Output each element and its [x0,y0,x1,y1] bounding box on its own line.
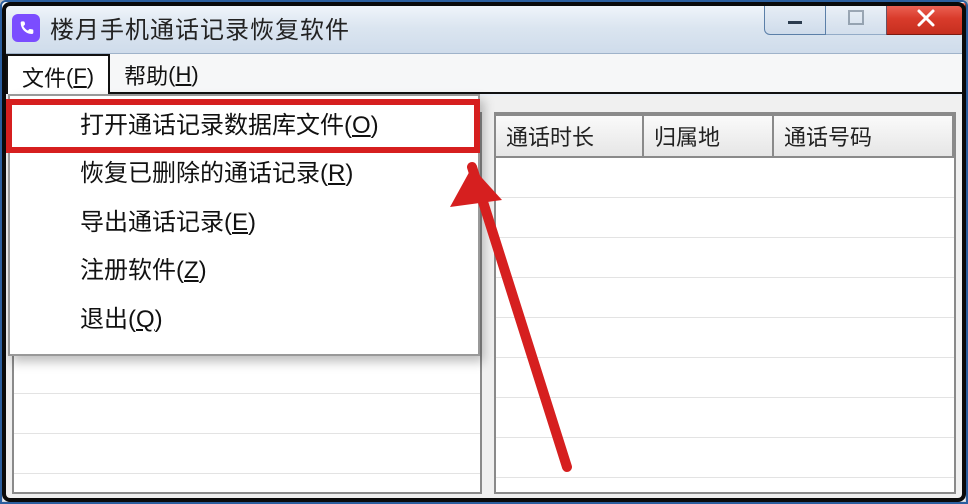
window-title: 楼月手机通话记录恢复软件 [50,10,350,45]
menu-register[interactable]: 注册软件(Z) [10,247,478,295]
table-row [496,398,954,438]
window-maximize-button[interactable] [825,3,887,35]
menu-file-label: 文件 [22,61,66,93]
menu-file[interactable]: 文件(F) [6,54,110,94]
list-row [14,354,480,394]
menu-item-accel: Z [184,257,199,284]
list-row [14,434,480,474]
file-dropdown-menu: 打开通话记录数据库文件(O) 恢复已删除的通话记录(R) 导出通话记录(E) 注… [8,94,480,356]
menu-item-label: 恢复已删除的通话记录 [80,160,320,187]
app-window: 楼月手机通话记录恢复软件 文件(F) 帮助(H) [0,0,968,504]
menu-open-db-file[interactable]: 打开通话记录数据库文件(O) [10,102,478,150]
menu-item-accel: Q [136,306,155,333]
menu-item-accel: R [328,160,345,187]
menu-recover-deleted[interactable]: 恢复已删除的通话记录(R) [10,150,478,198]
column-header-location[interactable]: 归属地 [644,114,774,158]
table-row [496,358,954,398]
menu-help-label: 帮助 [124,59,168,91]
menu-item-label: 注册软件 [80,257,176,284]
menu-item-label: 退出 [80,306,128,333]
column-headers: 通话时长 归属地 通话号码 [496,114,954,158]
window-close-icon [914,6,938,30]
window-minimize-icon [785,8,805,28]
column-header-number[interactable]: 通话号码 [774,114,954,158]
menu-item-accel: E [232,209,248,236]
list-row [14,394,480,434]
table-row [496,438,954,478]
window-close-button[interactable] [886,3,966,35]
table-row [496,198,954,238]
menu-exit[interactable]: 退出(Q) [10,296,478,344]
menu-export-records[interactable]: 导出通话记录(E) [10,199,478,247]
right-list-pane[interactable]: 通话时长 归属地 通话号码 [494,112,956,494]
table-row [496,278,954,318]
menu-item-label: 导出通话记录 [80,209,224,236]
menubar: 文件(F) 帮助(H) [2,54,966,94]
menu-item-accel: O [352,112,371,139]
window-controls [765,3,966,37]
phone-icon [12,14,40,42]
menu-help-accel: H [175,62,191,88]
column-header-duration[interactable]: 通话时长 [496,114,644,158]
titlebar[interactable]: 楼月手机通话记录恢复软件 [2,2,966,54]
window-maximize-icon [846,8,866,28]
table-row [496,158,954,198]
window-minimize-button[interactable] [764,3,826,35]
table-row [496,318,954,358]
menu-item-label: 打开通话记录数据库文件 [80,112,344,139]
table-row [496,238,954,278]
menu-file-accel: F [73,64,86,90]
menu-help[interactable]: 帮助(H) [110,54,213,92]
